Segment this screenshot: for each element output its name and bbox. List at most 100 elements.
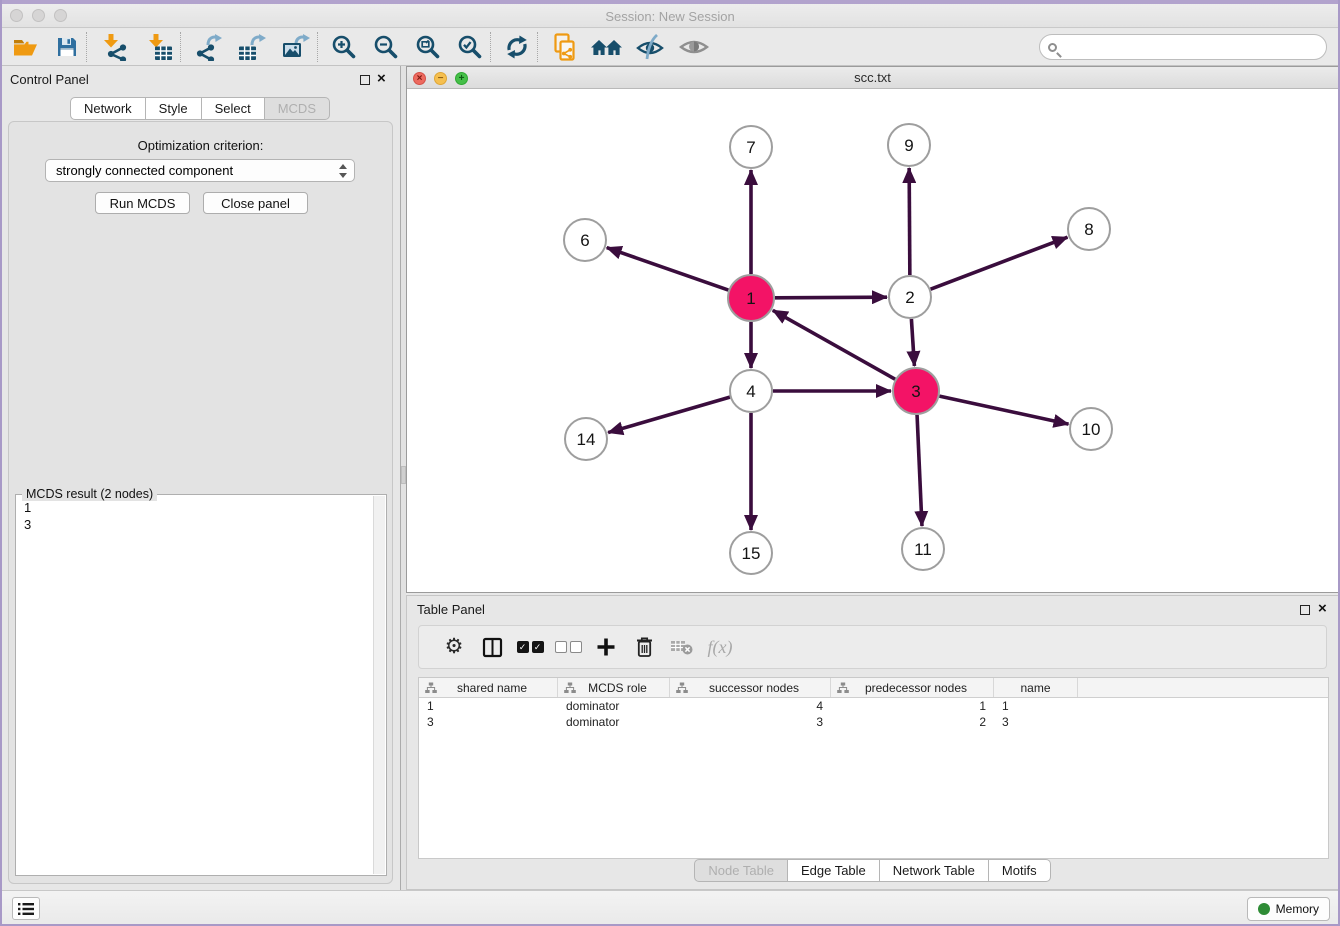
hierarchy-icon — [837, 682, 849, 694]
home-icon[interactable] — [590, 31, 624, 63]
cell-mcds-role[interactable]: dominator — [558, 715, 670, 729]
tab-mcds[interactable]: MCDS — [265, 97, 330, 120]
memory-status-dot — [1258, 903, 1270, 915]
zoom-out-icon[interactable] — [373, 31, 399, 63]
float-table-panel-icon[interactable] — [1300, 605, 1310, 615]
table-panel-tabs: Node Table Edge Table Network Table Moti… — [407, 859, 1338, 882]
tab-style[interactable]: Style — [146, 97, 202, 120]
graph-edge-2-8[interactable] — [931, 237, 1068, 289]
cell-name[interactable]: 1 — [994, 699, 1078, 713]
table-row[interactable]: 3 dominator 3 2 3 — [419, 714, 1328, 730]
import-network-icon[interactable] — [101, 31, 128, 63]
graph-edge-4-14[interactable] — [608, 397, 730, 432]
tab-node-table[interactable]: Node Table — [694, 859, 788, 882]
column-header-shared-name[interactable]: shared name — [419, 678, 558, 697]
mcds-tab-content: Optimization criterion: strongly connect… — [8, 121, 393, 884]
chevron-up-down-icon — [339, 164, 348, 178]
close-table-panel-icon[interactable]: × — [1318, 600, 1327, 618]
task-history-button[interactable] — [12, 897, 40, 920]
tab-network-table[interactable]: Network Table — [880, 859, 989, 882]
tab-select[interactable]: Select — [202, 97, 265, 120]
graph-node-label-15: 15 — [742, 544, 761, 563]
column-header-mcds-role[interactable]: MCDS role — [558, 678, 670, 697]
zoom-fit-icon[interactable] — [415, 31, 441, 63]
add-column-icon[interactable] — [587, 637, 625, 657]
refresh-icon[interactable] — [504, 31, 530, 63]
tab-network[interactable]: Network — [70, 97, 146, 120]
search-input[interactable] — [1057, 40, 1326, 55]
cell-predecessor-nodes[interactable]: 1 — [831, 699, 994, 713]
cell-successor-nodes[interactable]: 4 — [670, 699, 831, 713]
float-panel-icon[interactable] — [360, 75, 370, 85]
zoom-in-icon[interactable] — [331, 31, 357, 63]
close-panel-button[interactable]: Close panel — [203, 192, 308, 214]
graph-node-label-7: 7 — [746, 138, 755, 157]
hierarchy-icon — [676, 682, 688, 694]
graph-node-label-14: 14 — [577, 430, 596, 449]
mcds-result-line: 1 — [24, 499, 372, 516]
cell-name[interactable]: 3 — [994, 715, 1078, 729]
graph-node-label-6: 6 — [580, 231, 589, 250]
memory-button[interactable]: Memory — [1247, 897, 1330, 921]
search-field[interactable] — [1039, 34, 1327, 60]
graph-edge-3-11[interactable] — [917, 415, 922, 526]
export-network-icon[interactable] — [194, 31, 222, 63]
table-panel: Table Panel × ⚙ ✓✓ — [406, 595, 1339, 890]
open-session-icon[interactable] — [12, 31, 39, 63]
tab-edge-table[interactable]: Edge Table — [788, 859, 880, 882]
graph-edge-3-10[interactable] — [939, 396, 1068, 424]
cell-shared-name[interactable]: 1 — [419, 699, 558, 713]
mcds-result-scrollbar[interactable] — [373, 496, 385, 874]
settings-gear-icon[interactable]: ⚙ — [435, 636, 473, 658]
optimization-criterion-dropdown[interactable]: strongly connected component — [45, 159, 355, 182]
graph-node-label-4: 4 — [746, 382, 755, 401]
delete-table-icon[interactable] — [663, 638, 701, 656]
export-table-icon[interactable] — [238, 31, 266, 63]
split-columns-icon[interactable] — [473, 637, 511, 658]
mcds-result-line: 3 — [24, 516, 372, 533]
graph-node-label-10: 10 — [1082, 420, 1101, 439]
cell-mcds-role[interactable]: dominator — [558, 699, 670, 713]
graph-edge-3-1[interactable] — [773, 310, 895, 379]
column-header-successor-nodes[interactable]: successor nodes — [670, 678, 831, 697]
search-icon — [1048, 43, 1057, 52]
graph-edge-1-6[interactable] — [607, 248, 729, 290]
graph-edge-2-3[interactable] — [911, 319, 914, 366]
control-panel-header: Control Panel × — [0, 66, 400, 94]
memory-label: Memory — [1276, 902, 1319, 916]
function-builder-icon[interactable]: f(x) — [701, 637, 739, 658]
toolbar-separator — [537, 32, 538, 62]
table-row[interactable]: 1 dominator 4 1 1 — [419, 698, 1328, 714]
cell-successor-nodes[interactable]: 3 — [670, 715, 831, 729]
export-image-icon[interactable] — [282, 31, 310, 63]
column-header-name[interactable]: name — [994, 678, 1078, 697]
close-panel-icon[interactable]: × — [377, 70, 386, 88]
toolbar-separator — [490, 32, 491, 62]
select-all-columns-icon[interactable]: ✓✓ — [511, 641, 549, 653]
graph-edge-1-2[interactable] — [775, 297, 887, 298]
hide-panel-eye-icon[interactable] — [636, 31, 666, 63]
network-window-titlebar[interactable]: × − + scc.txt — [407, 67, 1338, 89]
show-panel-eye-icon[interactable] — [679, 31, 709, 63]
toolbar-separator — [317, 32, 318, 62]
mcds-result-text[interactable]: 1 3 — [18, 499, 372, 873]
cell-predecessor-nodes[interactable]: 2 — [831, 715, 994, 729]
column-header-predecessor-nodes[interactable]: predecessor nodes — [831, 678, 994, 697]
tab-motifs[interactable]: Motifs — [989, 859, 1051, 882]
graph-edge-2-9[interactable] — [909, 168, 910, 275]
import-table-icon[interactable] — [146, 31, 173, 63]
status-bar: Memory — [0, 890, 1340, 926]
deselect-all-columns-icon[interactable] — [549, 641, 587, 653]
run-mcds-button[interactable]: Run MCDS — [95, 192, 190, 214]
toolbar-separator — [180, 32, 181, 62]
mcds-result-box: MCDS result (2 nodes) 1 3 — [15, 494, 387, 876]
cell-shared-name[interactable]: 3 — [419, 715, 558, 729]
delete-column-trash-icon[interactable] — [625, 636, 663, 658]
save-session-icon[interactable] — [55, 31, 79, 63]
node-table: shared name MCDS role successor nodes pr… — [418, 677, 1329, 859]
graph-node-label-1: 1 — [746, 289, 755, 308]
network-window-title: scc.txt — [407, 70, 1338, 85]
zoom-selected-icon[interactable] — [457, 31, 483, 63]
clone-network-icon[interactable] — [551, 31, 578, 63]
network-canvas[interactable]: 7968124314101511 — [407, 89, 1338, 592]
